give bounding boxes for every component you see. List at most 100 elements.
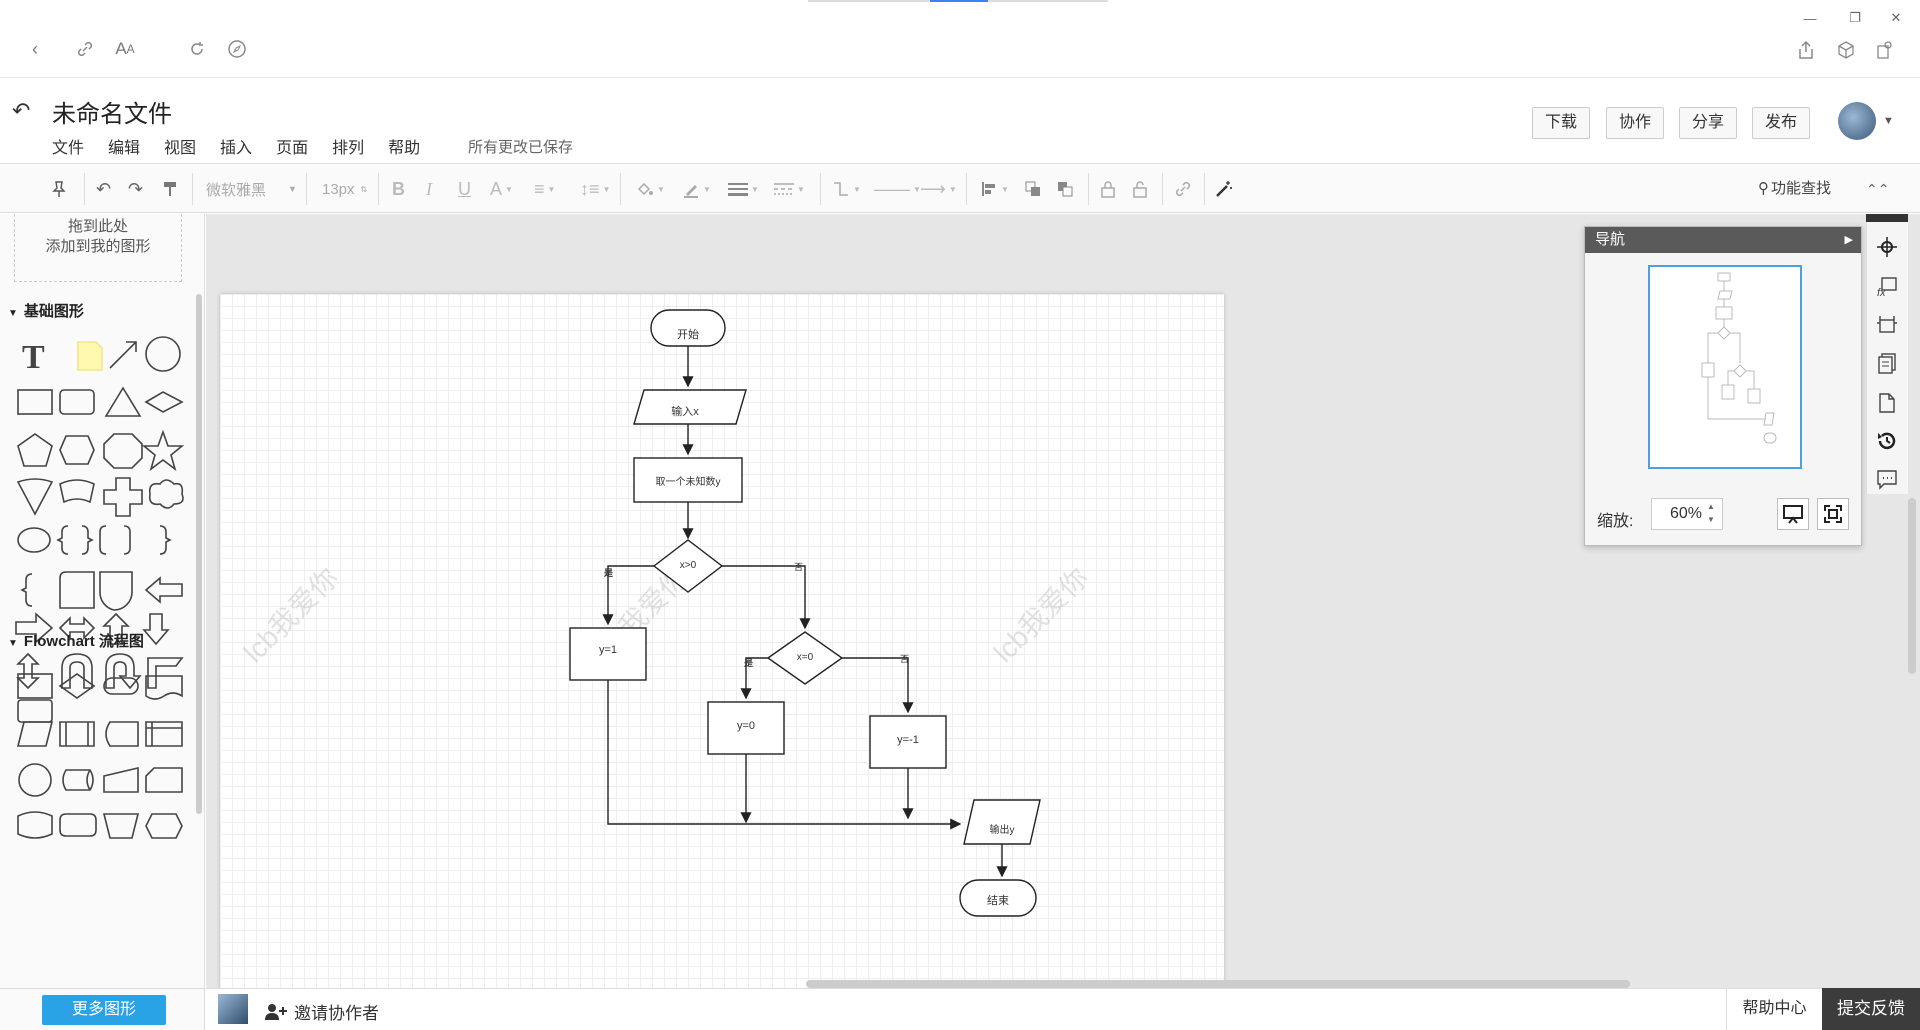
history-icon[interactable] [1872,426,1902,456]
label-cond1[interactable]: x>0 [654,560,722,571]
return-icon[interactable]: ↶ [12,98,30,124]
bring-front-icon[interactable] [1024,177,1042,201]
page-settings-icon[interactable] [1872,310,1902,340]
align-shapes-icon[interactable]: ▼ [980,177,1009,201]
refresh-icon[interactable] [184,36,210,62]
close-icon[interactable]: ✕ [1886,8,1906,28]
zoom-stepper-icon[interactable]: ▲ ▼ [1707,500,1715,526]
preparation-icon [145,813,183,839]
menu-help[interactable]: 帮助 [388,134,420,158]
section-basic-label: 基础图形 [23,303,84,320]
line-end-icon[interactable]: ⟶ ▼ [920,177,957,201]
collaborate-button[interactable]: 协作 [1606,107,1665,139]
vertical-scrollbar[interactable] [1908,498,1916,674]
horizontal-scrollbar[interactable] [806,980,1630,988]
restore-icon[interactable]: ❐ [1845,8,1865,28]
hyperlink-icon[interactable] [1174,177,1192,201]
submit-feedback-button[interactable]: 提交反馈 [1822,988,1920,1030]
link-icon[interactable] [72,36,98,62]
help-center-button[interactable]: 帮助中心 [1726,988,1822,1030]
menu-view[interactable]: 视图 [164,134,196,158]
label-y1[interactable]: y=1 [570,644,646,656]
line-width-icon[interactable]: ▼ [728,177,759,201]
user-avatar[interactable] [1838,102,1876,140]
menu-edit[interactable]: 编辑 [108,134,140,158]
presentation-button[interactable] [1777,498,1809,530]
label-cond2[interactable]: x=0 [768,652,842,663]
label-input[interactable]: 输入x [634,403,736,419]
invite-collaborator-button[interactable]: 邀请协作者 [264,999,379,1024]
menu-arrange[interactable]: 排列 [332,134,364,158]
my-shapes-drop-zone[interactable]: 拖到此处 添加到我的图形 [14,214,182,282]
menu-file[interactable]: 文件 [52,134,84,158]
undo-icon[interactable]: ↶ [96,177,111,201]
fit-screen-button[interactable] [1817,498,1849,530]
font-size-icon[interactable]: AA [112,36,138,62]
label-take-y[interactable]: 取一个未知数y [634,473,742,488]
font-size-select[interactable]: 13px ⇅ [322,177,367,201]
octagon-icon [103,433,143,469]
navigator-toggle-icon[interactable] [1872,232,1902,262]
line-style-icon[interactable]: ▼ [774,177,805,201]
file-icon[interactable] [1872,388,1902,418]
extension-icon[interactable] [1870,36,1898,64]
lock-icon[interactable] [1100,177,1116,201]
line-spacing-icon[interactable]: ↕≡ ▼ [580,177,610,201]
pages-icon[interactable] [1872,348,1902,378]
comment-icon[interactable] [1872,464,1902,494]
collapse-up-icon[interactable]: ⌃⌃ [1866,177,1889,201]
collaborator-avatar[interactable] [218,994,248,1024]
pin-icon[interactable] [50,177,68,201]
bold-icon[interactable]: B [392,177,405,201]
font-family-select[interactable]: 微软雅黑 ▼ [206,177,297,201]
redo-icon[interactable]: ↷ [128,177,143,201]
send-back-icon[interactable] [1056,177,1074,201]
save-status: 所有更改已保存 [468,139,574,156]
connector-circle-icon [18,763,52,797]
card-icon [59,571,95,609]
download-button[interactable]: 下载 [1532,107,1591,139]
label-y-neg1[interactable]: y=-1 [870,734,946,746]
menu-insert[interactable]: 插入 [220,134,252,158]
line-color-icon[interactable]: ▼ [682,177,711,201]
chevron-down-icon[interactable]: ▼ [1883,115,1894,127]
label-end[interactable]: 结束 [960,892,1036,908]
formula-icon[interactable]: fx [1872,272,1902,302]
triangle-right-icon[interactable]: ▶ [1845,227,1853,253]
menu-page[interactable]: 页面 [276,134,308,158]
unlock-icon[interactable] [1132,177,1148,201]
italic-icon[interactable]: I [426,177,432,201]
format-painter-icon[interactable] [162,177,178,201]
hexagon-icon [59,435,95,465]
share-out-icon[interactable] [1792,36,1820,64]
minimize-icon[interactable]: — [1800,8,1820,28]
flowchart-diagram[interactable] [220,294,1224,988]
left-panel-scrollbar[interactable] [196,294,202,814]
fill-color-icon[interactable]: ▼ [636,177,665,201]
underline-icon[interactable]: U [458,177,471,201]
back-icon[interactable]: ‹ [22,36,48,62]
label-y0[interactable]: y=0 [708,720,784,732]
compass-icon[interactable] [224,36,250,62]
line-start-icon[interactable]: —— ▼ [874,177,921,201]
section-basic-shapes[interactable]: ▼ 基础图形 [8,300,84,321]
share-button[interactable]: 分享 [1679,107,1738,139]
section-flowchart[interactable]: ▼ Flowchart 流程图 [8,630,144,651]
circle-icon [145,336,181,372]
connector-type-icon[interactable]: ▼ [832,177,861,201]
font-color-icon[interactable]: A ▼ [490,177,513,201]
flowchart-shapes-grid[interactable] [10,662,200,862]
label-start[interactable]: 开始 [651,326,725,342]
feature-search[interactable]: ⚲ 功能查找 [1758,177,1831,198]
banner-icon [59,479,95,504]
label-output[interactable]: 输出y [964,821,1040,836]
align-icon[interactable]: ≡ ▼ [534,177,555,201]
publish-button[interactable]: 发布 [1752,107,1811,139]
document-title[interactable]: 未命名文件 [52,94,172,129]
more-shapes-button[interactable]: 更多图形 [42,995,166,1025]
process-icon [17,673,53,699]
navigator-header[interactable]: 导航 ▶ [1585,227,1861,253]
navigator-preview[interactable] [1648,265,1802,469]
magic-wand-icon[interactable] [1214,177,1234,201]
cube-icon[interactable] [1832,36,1860,64]
